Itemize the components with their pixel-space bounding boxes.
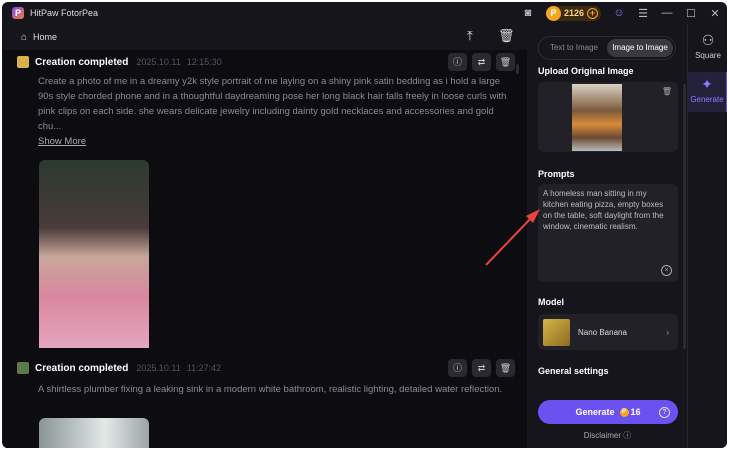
sidebar-item-square[interactable]: ⚇ Square	[688, 32, 727, 72]
menu-icon[interactable]: ☰	[631, 7, 655, 20]
generated-image[interactable]	[39, 418, 149, 448]
upload-label: Upload Original Image	[538, 66, 634, 76]
settings-panel: Text to Image Image to Image Upload Orig…	[528, 24, 687, 448]
title-bar: P HitPaw FotorPea ◙ P 2126 + ☺ ☰ — ☐ ✕	[2, 2, 727, 24]
delete-button[interactable]: 🗑	[496, 53, 515, 71]
tab-text-to-image[interactable]: Text to Image	[541, 39, 607, 57]
right-sidebar: ⚇ Square ✦ Generate	[687, 24, 727, 448]
reuse-button[interactable]: ⇄	[472, 53, 491, 71]
tab-image-to-image[interactable]: Image to Image	[607, 39, 673, 57]
home-icon[interactable]: ⌂	[21, 32, 27, 43]
model-selector[interactable]: Nano Banana ›	[538, 314, 678, 350]
delete-button[interactable]: 🗑	[496, 359, 515, 377]
info-icon[interactable]: ⓘ	[623, 431, 631, 440]
general-settings-label[interactable]: General settings	[538, 366, 609, 376]
arrow-line	[485, 214, 535, 266]
model-label: Model	[538, 297, 564, 307]
creation-title: Creation completed	[35, 362, 129, 374]
credits-count: 2126	[563, 8, 584, 18]
clear-prompt-icon[interactable]: ×	[661, 265, 672, 276]
info-button[interactable]: ⓘ	[448, 53, 467, 71]
mode-toggle: Text to Image Image to Image	[538, 36, 676, 60]
app-logo-icon: P	[12, 7, 24, 19]
thumbnail-icon	[17, 56, 29, 68]
add-credits-icon[interactable]: +	[587, 7, 598, 19]
creation-title: Creation completed	[35, 56, 129, 68]
maximize-button[interactable]: ☐	[679, 7, 703, 20]
generate-cost: 16	[630, 407, 641, 417]
creation-history: ⌂ Home ⤒ 🗑 Creation completed 2025.10.11…	[3, 24, 527, 448]
app-title: HitPaw FotorPea	[30, 8, 99, 18]
close-button[interactable]: ✕	[703, 7, 727, 20]
delete-all-icon[interactable]: 🗑	[498, 28, 515, 44]
uploaded-image	[572, 84, 622, 151]
creation-time: 12:15:30	[186, 57, 222, 67]
main-scrollbar[interactable]	[516, 64, 519, 74]
prompt-input[interactable]: A homeless man sitting in my kitchen eat…	[538, 184, 678, 282]
app-window: P HitPaw FotorPea ◙ P 2126 + ☺ ☰ — ☐ ✕ ⌂…	[2, 2, 727, 448]
show-more-link[interactable]: Show More	[38, 136, 86, 147]
info-button[interactable]: ⓘ	[448, 359, 467, 377]
sidebar-label: Square	[695, 51, 721, 60]
model-thumbnail	[543, 318, 570, 346]
creation-prompt: Create a photo of me in a dreamy y2k sty…	[38, 76, 507, 132]
coin-icon: P	[545, 5, 561, 21]
thumbnail-icon	[17, 362, 29, 374]
square-icon: ⚇	[701, 32, 715, 48]
main-header: ⌂ Home ⤒ 🗑	[3, 24, 527, 50]
remove-image-icon[interactable]: 🗑	[662, 87, 672, 96]
minimize-button[interactable]: —	[655, 7, 679, 19]
generate-button[interactable]: Generate P 16 ?	[538, 400, 678, 424]
sidebar-item-generate[interactable]: ✦ Generate	[688, 72, 727, 112]
coin-icon: P	[619, 407, 629, 417]
creation-date: 2025.10.11	[136, 57, 181, 67]
chevron-right-icon: ›	[666, 327, 669, 337]
help-icon[interactable]: ?	[659, 406, 670, 418]
scroll-top-icon[interactable]: ⤒	[467, 28, 473, 44]
disclaimer-link[interactable]: Disclaimer	[584, 431, 621, 440]
reuse-button[interactable]: ⇄	[472, 359, 491, 377]
upload-area[interactable]: 🗑	[538, 82, 678, 152]
creation-date: 2025.10.11	[136, 363, 181, 373]
home-link[interactable]: Home	[33, 32, 57, 42]
sparkle-icon: ✦	[701, 76, 713, 92]
credits-badge[interactable]: P 2126 +	[545, 5, 601, 21]
model-name: Nano Banana	[578, 327, 627, 337]
creation-time: 11:27:42	[186, 363, 222, 373]
account-icon[interactable]: ☺	[607, 7, 631, 19]
sidebar-label: Generate	[690, 95, 724, 104]
creation-prompt: A shirtless plumber fixing a leaking sin…	[38, 384, 503, 395]
panel-scrollbar[interactable]	[683, 84, 686, 349]
prompts-label: Prompts	[538, 169, 575, 179]
generated-image[interactable]	[39, 160, 149, 354]
prompt-text: A homeless man sitting in my kitchen eat…	[543, 189, 664, 231]
discord-icon[interactable]: ◙	[516, 7, 540, 19]
annotation-arrow	[485, 209, 540, 266]
generate-label: Generate	[575, 407, 615, 417]
